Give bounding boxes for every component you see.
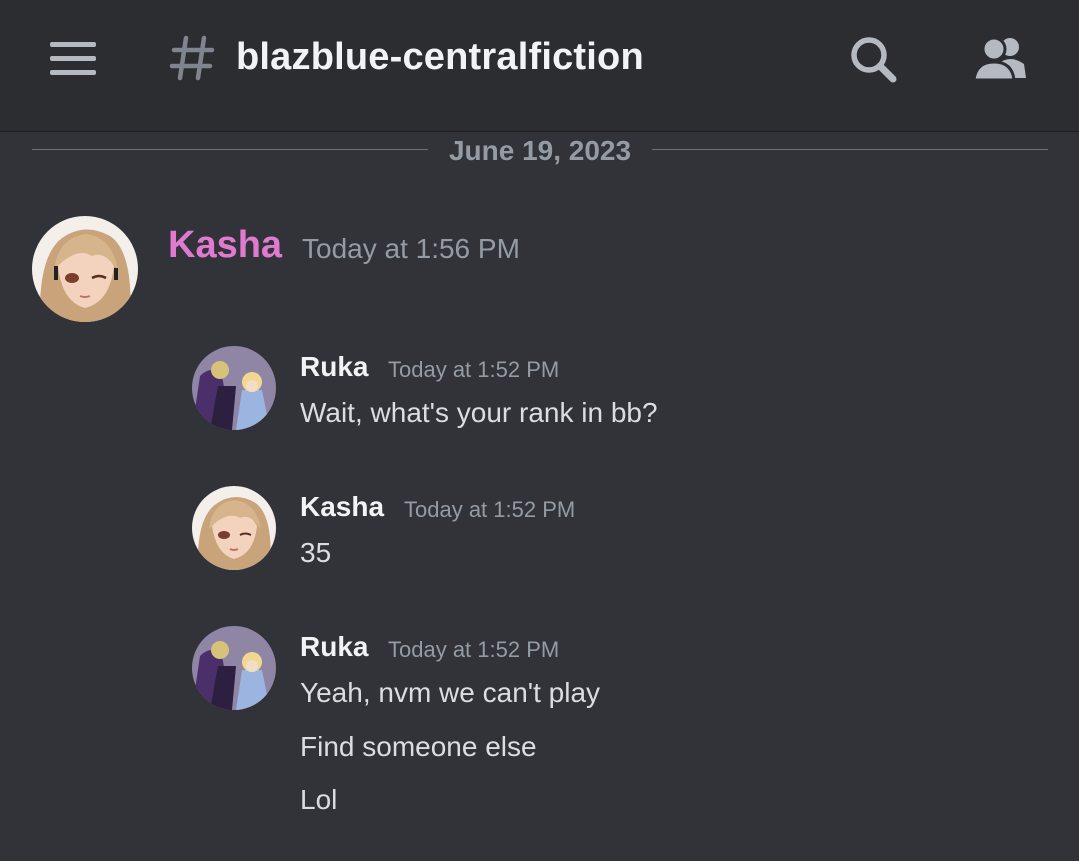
avatar[interactable] [32, 216, 138, 322]
message-author[interactable]: Ruka [300, 351, 368, 383]
message-text: 35 [300, 537, 332, 568]
divider-line-right [652, 149, 1048, 150]
message-text: Wait, what's your rank in bb? [300, 397, 658, 428]
message-timestamp: Today at 1:56 PM [302, 233, 520, 264]
date-divider-text: June 19, 2023 [448, 135, 632, 166]
message-text: Find someone else [300, 731, 537, 762]
message-timestamp: Today at 1:52 PM [388, 637, 560, 662]
message-text: Yeah, nvm we can't play [300, 677, 601, 708]
search-icon[interactable] [848, 34, 900, 84]
message-author[interactable]: Ruka [300, 631, 368, 663]
message-timestamp: Today at 1:52 PM [404, 497, 576, 522]
message-author[interactable]: Kasha [168, 224, 282, 267]
members-icon[interactable] [970, 34, 1030, 84]
message-author[interactable]: Kasha [300, 491, 384, 523]
avatar[interactable] [192, 626, 276, 710]
avatar[interactable] [192, 346, 276, 430]
hash-icon [169, 35, 215, 81]
hamburger-menu-icon[interactable] [48, 40, 100, 80]
message-text: Lol [300, 784, 338, 815]
date-divider: June 19, 2023 [32, 132, 1048, 168]
message-timestamp: Today at 1:52 PM [388, 357, 560, 382]
channel-header: blazblue-centralfiction [0, 0, 1079, 132]
avatar[interactable] [192, 486, 276, 570]
channel-name: blazblue-centralfiction [236, 36, 644, 78]
